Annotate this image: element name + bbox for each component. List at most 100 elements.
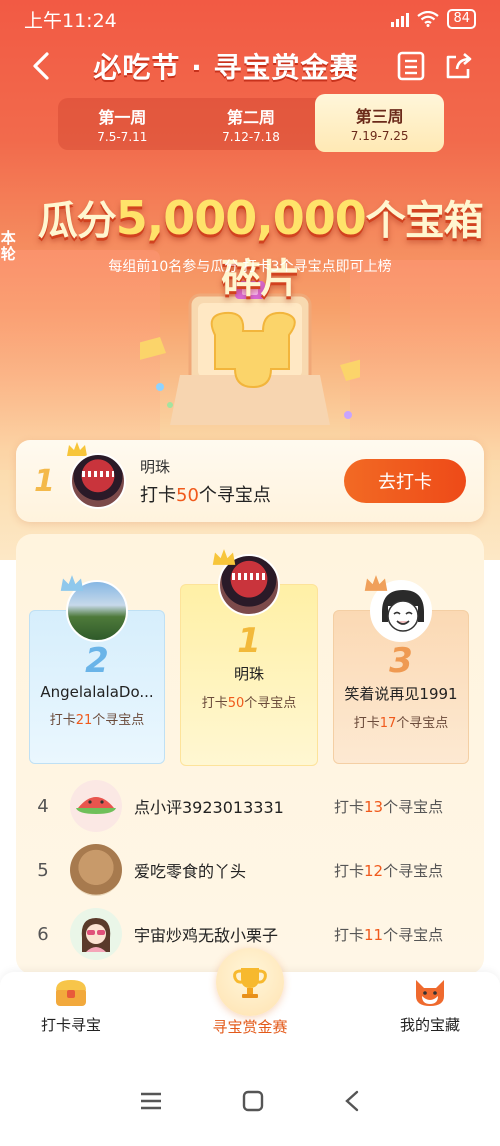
count-value: 17 xyxy=(379,716,397,731)
tab-label: 第三周 xyxy=(355,107,404,126)
treasure-chest-icon xyxy=(56,980,86,1006)
status-time: 上午11:24 xyxy=(24,9,117,32)
podium-name: 明珠 xyxy=(233,665,264,683)
crown-icon xyxy=(67,442,87,456)
battery-icon: 84 xyxy=(447,9,476,29)
system-navigation-bar xyxy=(0,1056,500,1146)
tab-week-3[interactable]: 第三周 7.19-7.25 xyxy=(315,94,445,152)
row-rank: 6 xyxy=(37,923,49,945)
row-count: 打卡12个寻宝点 xyxy=(334,860,484,881)
bronze-crown-icon xyxy=(364,575,388,591)
check-in-button[interactable]: 去打卡 xyxy=(344,459,466,503)
tab-date: 7.5-7.11 xyxy=(97,130,148,144)
count-prefix: 打卡 xyxy=(334,925,365,944)
home-icon[interactable] xyxy=(242,1090,264,1112)
rules-button[interactable] xyxy=(394,49,428,83)
count-value: 21 xyxy=(75,713,93,728)
podium-name: AngelalalaDo... xyxy=(40,683,154,701)
my-count: 打卡50个寻宝点 xyxy=(140,481,344,507)
count-prefix: 打卡 xyxy=(353,716,380,731)
center-tab-bubble[interactable] xyxy=(216,948,284,1016)
leaderboard: 2 AngelalalaDo... 打卡21个寻宝点 1 明珠 打卡50个寻宝点… xyxy=(16,534,484,974)
tab-label: 寻宝赏金赛 xyxy=(212,1018,288,1036)
tab-label: 打卡寻宝 xyxy=(40,1016,101,1034)
podium-rank-number: 2 xyxy=(85,641,109,681)
tab-week-1[interactable]: 第一周 7.5-7.11 xyxy=(58,98,187,150)
status-bar: 上午11:24 84 xyxy=(0,0,500,38)
count-suffix: 个寻宝点 xyxy=(92,713,145,728)
count-suffix: 个寻宝点 xyxy=(244,696,297,711)
row-name: 宇宙炒鸡无敌小栗子 xyxy=(134,926,279,945)
count-prefix: 打卡 xyxy=(201,696,228,711)
tab-label: 我的宝藏 xyxy=(399,1016,460,1034)
row-count: 打卡11个寻宝点 xyxy=(334,924,484,945)
tab-label: 第二周 xyxy=(227,108,276,127)
count-suffix: 个寻宝点 xyxy=(383,925,444,944)
back-button[interactable] xyxy=(24,49,58,83)
menu-icon[interactable] xyxy=(140,1092,162,1110)
podium-name: 笑着说再见1991 xyxy=(344,685,458,703)
wifi-icon xyxy=(417,11,440,27)
avatar xyxy=(70,844,122,896)
tab-treasure-contest[interactable]: 寻宝赏金赛 xyxy=(200,1016,300,1037)
trophy-icon xyxy=(233,968,267,998)
count-value: 12 xyxy=(364,861,384,880)
tab-date: 7.19-7.25 xyxy=(350,129,409,143)
ranking-row[interactable]: 4 点小评3923013331 打卡13个寻宝点 xyxy=(16,776,484,836)
tab-week-2[interactable]: 第二周 7.12-7.18 xyxy=(187,98,316,150)
tab-my-treasure[interactable]: 我的宝藏 xyxy=(392,976,468,1035)
my-rank-number: 1 xyxy=(34,463,55,499)
chevron-left-icon xyxy=(33,52,49,80)
row-rank: 4 xyxy=(37,795,49,817)
podium-count: 打卡50个寻宝点 xyxy=(181,692,317,711)
headline-before: 瓜分 xyxy=(37,198,117,244)
my-rank-info: 明珠 打卡50个寻宝点 xyxy=(140,456,344,507)
page-title: 必吃节 · 寻宝赏金赛 xyxy=(93,51,359,84)
count-suffix: 个寻宝点 xyxy=(383,797,444,816)
headline-text: 瓜分5,000,000个宝箱碎片 xyxy=(21,188,500,304)
podium-rank-number: 1 xyxy=(237,621,261,661)
row-name: 点小评3923013331 xyxy=(134,798,284,817)
ranking-row[interactable]: 5 爱吃零食的丫头 打卡12个寻宝点 xyxy=(16,840,484,900)
share-button[interactable] xyxy=(442,49,476,83)
fox-icon xyxy=(416,980,444,1006)
tab-label: 第一周 xyxy=(98,108,147,127)
row-count: 打卡13个寻宝点 xyxy=(334,796,484,817)
document-icon xyxy=(397,51,425,81)
count-prefix: 打卡 xyxy=(140,484,176,506)
battery-level: 84 xyxy=(453,11,470,26)
row-rank: 5 xyxy=(37,859,49,881)
girl-avatar-illustration xyxy=(81,918,111,952)
tab-check-in-treasure[interactable]: 打卡寻宝 xyxy=(36,976,106,1035)
my-rank-card: 1 明珠 打卡50个寻宝点 去打卡 xyxy=(16,440,484,522)
count-suffix: 个寻宝点 xyxy=(396,716,449,731)
avatar xyxy=(70,908,122,960)
gold-crown-icon xyxy=(212,549,236,565)
count-value: 50 xyxy=(227,696,245,711)
count-prefix: 打卡 xyxy=(334,861,365,880)
signal-icon xyxy=(391,11,410,27)
count-suffix: 个寻宝点 xyxy=(383,861,444,880)
prize-headline: 本轮 瓜分5,000,000个宝箱碎片 xyxy=(0,188,500,304)
podium-rank-number: 3 xyxy=(389,641,413,681)
count-prefix: 打卡 xyxy=(334,797,365,816)
headline-subline: 每组前10名参与瓜分 打卡3个寻宝点即可上榜 xyxy=(108,259,392,275)
count-suffix: 个寻宝点 xyxy=(198,484,271,506)
podium-count: 打卡17个寻宝点 xyxy=(334,712,468,731)
silver-crown-icon xyxy=(60,575,84,591)
nav-bar: 必吃节 · 寻宝赏金赛 xyxy=(0,38,500,94)
my-name: 明珠 xyxy=(140,457,171,476)
count-value: 13 xyxy=(364,797,384,816)
count-prefix: 打卡 xyxy=(49,713,76,728)
share-icon xyxy=(446,53,472,79)
headline-amount: 5,000,000 xyxy=(115,191,367,245)
podium-count: 打卡21个寻宝点 xyxy=(30,709,164,728)
count-value: 11 xyxy=(364,925,384,944)
bottom-tab-bar: 打卡寻宝 寻宝赏金赛 我的宝藏 xyxy=(0,948,500,1056)
row-name: 爱吃零食的丫头 xyxy=(134,862,247,881)
back-icon[interactable] xyxy=(344,1090,360,1112)
avatar xyxy=(70,453,126,509)
watermelon-avatar-icon xyxy=(76,797,116,814)
count-value: 50 xyxy=(176,484,199,506)
tab-date: 7.12-7.18 xyxy=(222,130,280,144)
